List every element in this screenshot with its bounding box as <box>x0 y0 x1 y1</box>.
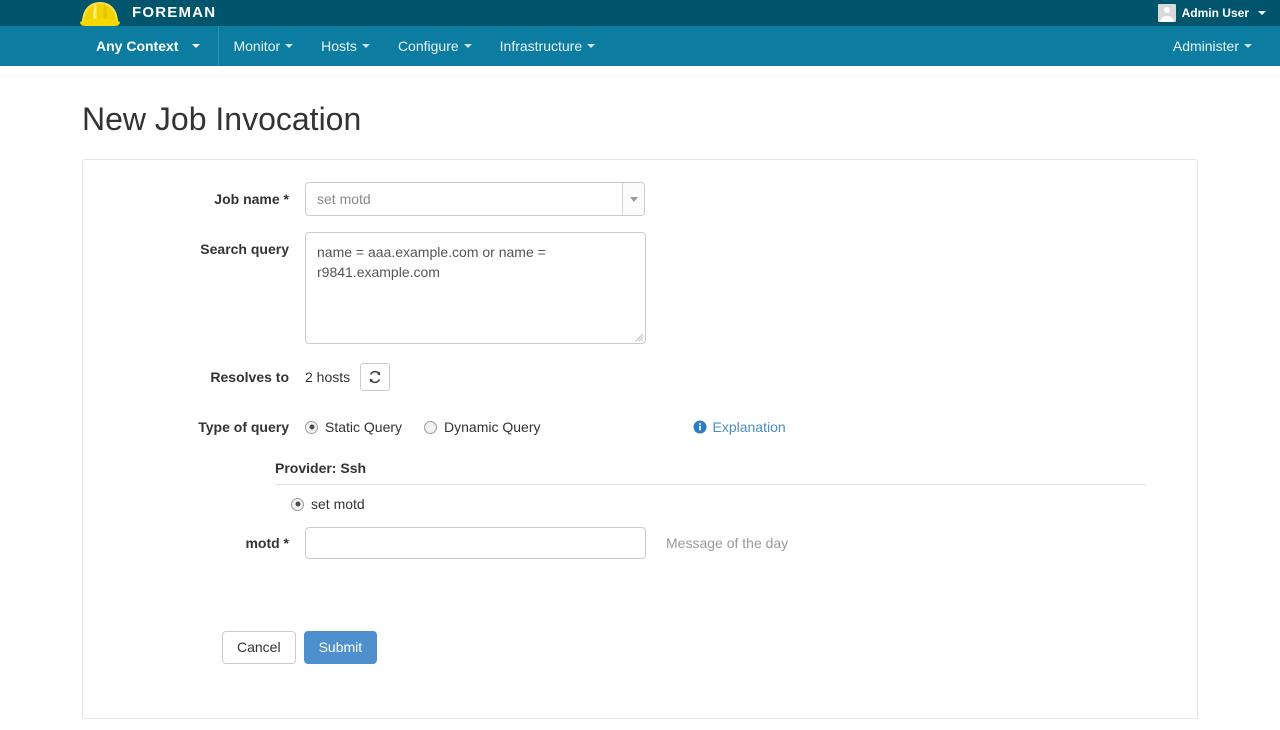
template-option-row: set motd <box>83 489 1197 519</box>
type-of-query-label: Type of query <box>198 419 289 436</box>
refresh-icon <box>369 371 381 384</box>
radio-dynamic-query[interactable]: Dynamic Query <box>424 419 541 436</box>
form-actions: Cancel Submit <box>83 631 1197 664</box>
radio-template-set-motd[interactable]: set motd <box>291 496 365 512</box>
job-name-row: Job name * set motd <box>83 182 1197 217</box>
nav-item-hosts[interactable]: Hosts <box>307 26 384 66</box>
caret-down-icon <box>1244 44 1252 48</box>
caret-down-icon <box>361 44 370 48</box>
search-query-row: Search query name = aaa.example.com or n… <box>83 232 1197 345</box>
type-of-query-row: Type of query Static Query Dynamic Query <box>83 410 1197 444</box>
nav-item-label: Infrastructure <box>499 38 583 54</box>
page-container: New Job Invocation Job name * set motd S… <box>0 66 1280 720</box>
user-menu[interactable]: Admin User <box>1157 0 1266 26</box>
cancel-button[interactable]: Cancel <box>222 631 296 664</box>
nav-item-label: Administer <box>1172 38 1239 54</box>
nav-item-infrastructure[interactable]: Infrastructure <box>486 26 609 66</box>
radio-dynamic-query-label: Dynamic Query <box>444 419 541 436</box>
refresh-hosts-button[interactable] <box>360 363 391 392</box>
nav-item-configure[interactable]: Configure <box>384 26 486 66</box>
nav-item-label: Configure <box>397 38 459 54</box>
brand-logo[interactable]: FOREMAN <box>78 0 217 29</box>
brand-name: FOREMAN <box>132 4 217 21</box>
provider-divider <box>275 484 1147 486</box>
search-query-label: Search query <box>200 241 289 258</box>
resolves-to-field: 2 hosts <box>305 360 1197 394</box>
submit-button[interactable]: Submit <box>303 631 378 664</box>
caret-down-icon <box>285 44 294 48</box>
radio-dynamic-query-input[interactable] <box>424 420 438 434</box>
resolves-to-value: 2 hosts <box>305 369 351 386</box>
nav-item-label: Monitor <box>233 38 281 54</box>
chevron-down-icon[interactable] <box>622 183 644 216</box>
provider-section: Provider: Ssh <box>83 460 1197 486</box>
radio-static-query-input[interactable] <box>305 420 318 434</box>
motd-help-text: Message of the day <box>666 535 789 552</box>
nav-item-monitor[interactable]: Monitor <box>219 26 307 66</box>
info-circle-icon <box>693 420 706 434</box>
search-query-input[interactable]: name = aaa.example.com or name = r9841.e… <box>305 232 646 345</box>
radio-template-set-motd-input[interactable] <box>291 497 304 511</box>
nav-context-label: Any Context <box>96 38 179 54</box>
resolves-to-row: Resolves to 2 hosts <box>83 360 1197 394</box>
user-name-label: Admin User <box>1181 6 1249 20</box>
navbar-right-group: Administer <box>1159 26 1280 66</box>
radio-static-query[interactable]: Static Query <box>305 419 402 435</box>
type-of-query-field: Static Query Dynamic Query Explanation <box>305 410 1197 444</box>
caret-down-icon <box>463 44 472 48</box>
caret-down-icon <box>587 44 596 48</box>
radio-static-query-label: Static Query <box>325 419 403 436</box>
job-invocation-form-panel: Job name * set motd Search query name = … <box>82 159 1198 720</box>
radio-template-set-motd-label: set motd <box>311 496 365 513</box>
motd-field: Message of the day <box>305 527 1197 560</box>
explanation-link[interactable]: Explanation <box>693 419 786 435</box>
provider-title: Provider: Ssh <box>275 460 367 477</box>
caret-down-icon <box>1258 11 1266 15</box>
motd-input[interactable] <box>305 527 646 560</box>
nav-item-label: Hosts <box>321 38 357 54</box>
job-name-label: Job name * <box>214 191 289 208</box>
motd-label: motd * <box>245 535 289 552</box>
job-name-select[interactable]: set motd <box>305 182 645 217</box>
nav-item-administer[interactable]: Administer <box>1159 26 1266 66</box>
job-name-selected-value: set motd <box>317 191 371 208</box>
search-query-field: name = aaa.example.com or name = r9841.e… <box>305 232 1197 345</box>
brand-bar: FOREMAN Admin User <box>0 0 1280 29</box>
explanation-label: Explanation <box>712 419 786 436</box>
caret-down-icon <box>192 44 201 48</box>
navbar-left-group: Any Context Monitor Hosts Configure Infr… <box>0 26 609 66</box>
motd-row: motd * Message of the day <box>83 527 1197 560</box>
job-name-field: set motd <box>305 182 1197 217</box>
resolves-to-label: Resolves to <box>210 369 289 386</box>
nav-item-any-context[interactable]: Any Context <box>78 26 220 66</box>
main-navbar: Any Context Monitor Hosts Configure Infr… <box>0 26 1280 66</box>
page-title: New Job Invocation <box>82 101 362 137</box>
user-avatar-icon <box>1157 4 1176 22</box>
